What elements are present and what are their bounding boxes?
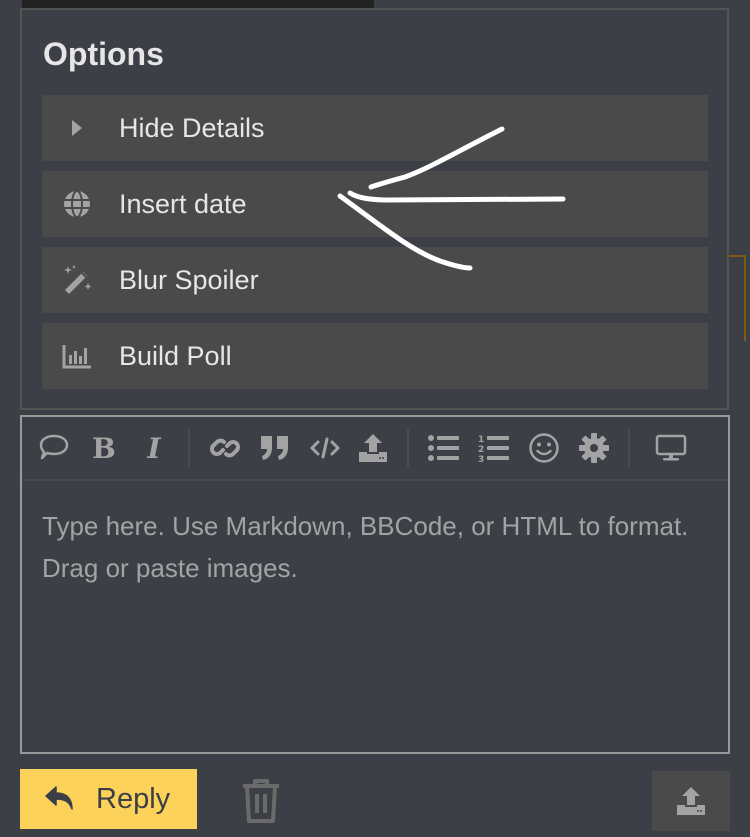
bullet-list-button[interactable] xyxy=(424,428,464,468)
gear-icon xyxy=(579,433,609,463)
discard-draft-button[interactable] xyxy=(238,774,284,826)
code-icon xyxy=(310,437,340,459)
svg-text:1: 1 xyxy=(478,435,484,445)
bold-icon: B xyxy=(92,431,116,465)
speech-bubble-icon xyxy=(39,434,69,460)
option-label: Hide Details xyxy=(119,112,265,143)
option-build-poll[interactable]: Build Poll xyxy=(42,323,708,389)
options-title: Options xyxy=(43,36,164,72)
blockquote-button[interactable] xyxy=(255,428,295,468)
link-icon xyxy=(210,438,240,458)
option-label: Blur Spoiler xyxy=(119,264,259,295)
upload-file-button[interactable] xyxy=(652,771,730,831)
monitor-icon xyxy=(655,434,687,461)
trash-icon xyxy=(243,779,279,823)
reply-label: Reply xyxy=(96,782,171,815)
emoji-button[interactable] xyxy=(524,428,564,468)
code-button[interactable] xyxy=(305,428,345,468)
magic-wand-icon xyxy=(60,263,94,297)
smiley-icon xyxy=(529,433,559,463)
option-blur-spoiler[interactable]: Blur Spoiler xyxy=(42,247,708,313)
svg-text:2: 2 xyxy=(478,445,484,455)
link-button[interactable] xyxy=(205,428,245,468)
numbered-list-icon: 123 xyxy=(478,435,509,463)
composer-editor: B I 123 xyxy=(20,415,730,754)
options-panel: Options Hide Details Insert date Blur Sp… xyxy=(20,8,729,410)
reply-button[interactable]: Reply xyxy=(20,769,197,829)
bullet-list-icon xyxy=(428,435,459,461)
svg-text:3: 3 xyxy=(478,455,484,463)
bold-button[interactable]: B xyxy=(84,428,124,468)
composer-input[interactable] xyxy=(22,481,728,752)
italic-icon: I xyxy=(147,431,161,465)
quote-reply-button[interactable] xyxy=(34,428,74,468)
tooltip-fragment xyxy=(22,0,374,8)
quote-icon xyxy=(261,436,288,460)
editor-toolbar: B I 123 xyxy=(22,417,728,481)
preview-toggle-button[interactable] xyxy=(651,428,691,468)
toolbar-divider xyxy=(407,429,409,467)
option-insert-date[interactable]: Insert date xyxy=(42,171,708,237)
side-bracket-decoration xyxy=(729,255,746,341)
upload-icon xyxy=(677,787,705,815)
upload-icon xyxy=(359,434,387,462)
option-label: Build Poll xyxy=(119,340,232,371)
reply-arrow-icon xyxy=(45,786,73,810)
option-label: Insert date xyxy=(119,188,247,219)
upload-button[interactable] xyxy=(353,428,393,468)
caret-right-icon xyxy=(60,111,94,145)
options-gear-button[interactable] xyxy=(574,428,614,468)
toolbar-divider xyxy=(188,429,190,467)
option-hide-details[interactable]: Hide Details xyxy=(42,95,708,161)
globe-icon xyxy=(60,187,94,221)
toolbar-divider xyxy=(628,429,630,467)
numbered-list-button[interactable]: 123 xyxy=(474,428,514,468)
italic-button[interactable]: I xyxy=(134,428,174,468)
bar-chart-icon xyxy=(60,339,94,373)
